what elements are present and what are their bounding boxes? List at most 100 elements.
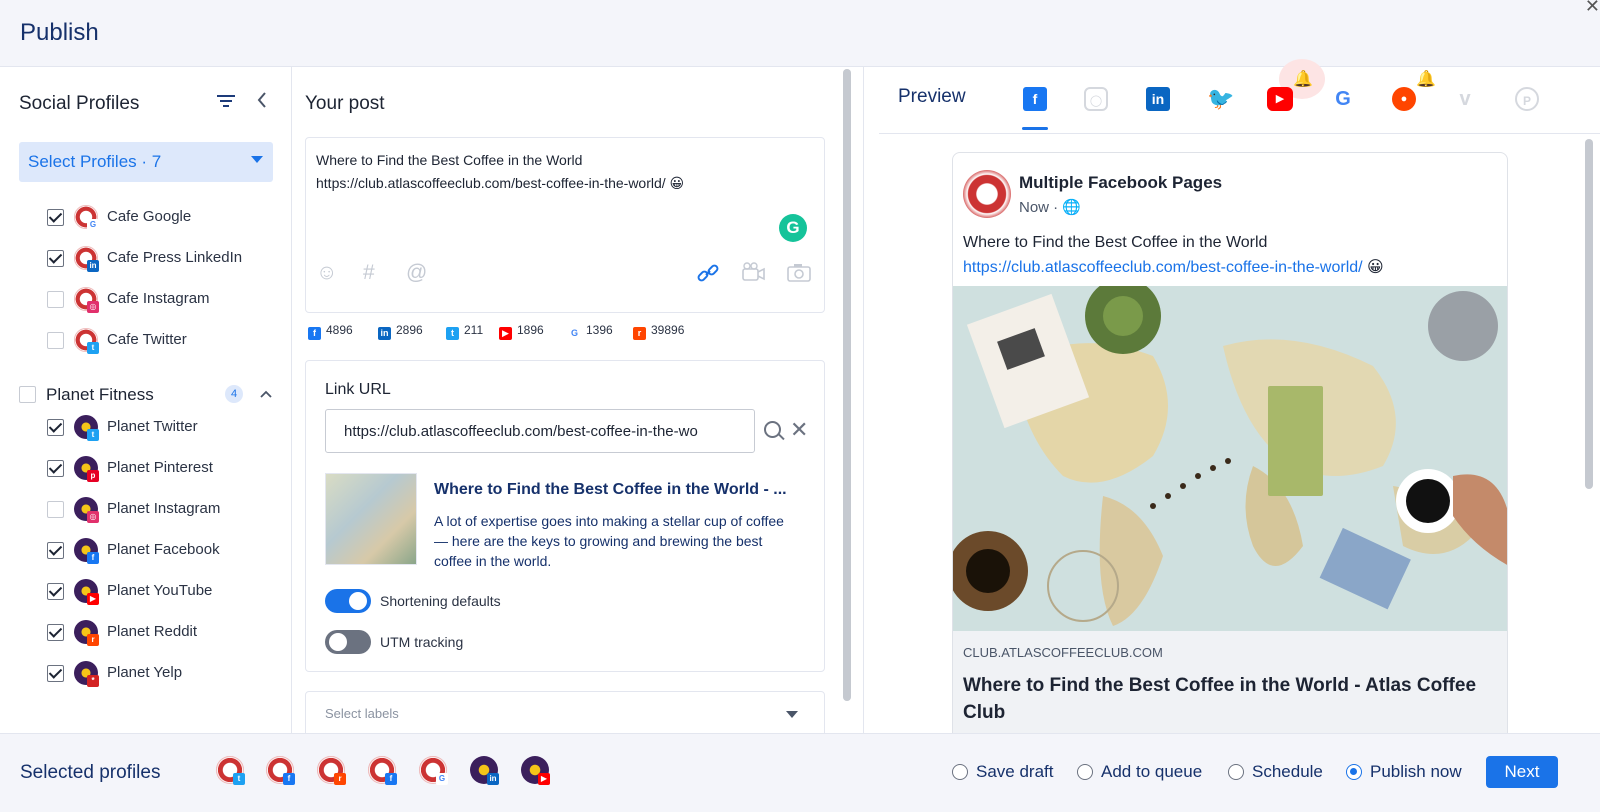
profile-row[interactable]: ▶ Planet YouTube [47,576,287,606]
publish-now-label: Publish now [1370,762,1462,781]
profile-checkbox[interactable] [47,624,64,641]
linkedin-tab-icon[interactable]: in [1146,87,1170,111]
link-preview-thumbnail [325,473,417,565]
modal-header: Publish ✕ [0,0,1600,67]
hashtag-icon[interactable]: # [363,261,375,285]
reddit-tab-icon[interactable]: ● [1392,87,1416,111]
select-labels-dropdown[interactable]: Select labels [305,691,825,737]
scrollbar[interactable] [843,69,851,701]
profile-row[interactable]: ◎ Cafe Instagram [47,284,287,314]
profile-row[interactable]: t Planet Twitter [47,412,287,442]
linkedin-icon: in [378,327,391,340]
shortening-label: Shortening defaults [380,593,501,609]
close-icon[interactable]: ✕ [1585,0,1600,17]
profile-row[interactable]: G Cafe Google [47,202,287,232]
link-icon[interactable] [696,261,720,291]
facebook-tab-icon[interactable]: f [1023,87,1047,111]
page-name: Multiple Facebook Pages [1019,173,1223,192]
collapse-chevron-left-icon[interactable] [256,91,268,114]
profile-checkbox[interactable] [47,665,64,682]
chevron-up-icon[interactable] [259,386,273,402]
selected-avatar[interactable]: G [419,756,448,785]
chevron-down-icon [251,156,263,163]
radio-schedule[interactable] [1228,764,1244,780]
video-icon[interactable] [741,261,767,289]
profile-checkbox[interactable] [47,542,64,559]
mention-icon[interactable]: @ [406,261,427,285]
utm-toggle[interactable] [325,630,371,654]
post-text-line: https://club.atlascoffeeclub.com/best-co… [316,175,685,191]
profile-row[interactable]: r Planet Reddit [47,617,287,647]
google-tab-icon[interactable]: G [1331,87,1355,111]
grammarly-icon[interactable]: G [779,214,807,242]
schedule-label: Schedule [1252,762,1323,781]
profile-checkbox[interactable] [47,501,64,518]
post-editor[interactable]: Where to Find the Best Coffee in the Wor… [305,137,825,313]
twitter-tab-icon[interactable]: 🐦 [1207,87,1234,111]
profile-checkbox[interactable] [47,583,64,600]
facebook-icon: f [308,327,321,340]
profile-checkbox[interactable] [47,291,64,308]
next-button[interactable]: Next [1486,756,1558,788]
radio-add-to-queue[interactable] [1077,764,1093,780]
profile-row[interactable]: * Planet Yelp [47,658,287,688]
save-draft-label: Save draft [976,762,1054,781]
filter-icon[interactable] [217,93,235,114]
profile-row[interactable]: p Planet Pinterest [47,453,287,483]
profile-checkbox[interactable] [47,332,64,349]
radio-save-draft[interactable] [952,764,968,780]
count-value: 2896 [396,323,423,337]
profile-row[interactable]: t Cafe Twitter [47,325,287,355]
profile-row[interactable]: ◎ Planet Instagram [47,494,287,524]
instagram-icon: ◎ [87,301,99,313]
clear-icon[interactable]: ✕ [790,417,808,443]
post-text[interactable]: Where to Find the Best Coffee in the Wor… [316,149,684,195]
select-profiles-dropdown[interactable]: Select Profiles · 7 [19,142,273,182]
instagram-tab-icon[interactable]: ◯ [1084,87,1108,111]
shortening-toggle[interactable] [325,589,371,613]
bell-icon[interactable]: 🔔 [1416,69,1436,89]
radio-publish-now[interactable] [1346,764,1362,780]
profile-row[interactable]: in Cafe Press LinkedIn [47,243,287,273]
google-icon: G [568,327,581,340]
bell-icon[interactable]: 🔔 [1293,69,1313,89]
profile-checkbox[interactable] [47,250,64,267]
yelp-icon: * [87,675,99,687]
profile-checkbox[interactable] [47,460,64,477]
reddit-icon: r [87,634,99,646]
count-value: 39896 [651,323,685,337]
post-link[interactable]: https://club.atlascoffeeclub.com/best-co… [963,259,1363,276]
selected-avatar[interactable]: f [368,756,397,785]
profile-label: Cafe Google [107,208,192,225]
profile-label: Planet Reddit [107,623,198,640]
link-url-label: Link URL [325,381,391,398]
selected-avatar[interactable]: ▶ [521,756,550,785]
emoji-icon[interactable]: ☺ [316,261,337,285]
profile-checkbox[interactable] [47,209,64,226]
select-profiles-label: Select Profiles · 7 [28,152,162,171]
link-domain: CLUB.ATLASCOFFEECLUB.COM [963,645,1163,660]
selected-avatar[interactable]: f [266,756,295,785]
group-planet-fitness[interactable]: Planet Fitness 4 [19,382,279,408]
search-icon[interactable] [764,421,781,438]
profile-label: Cafe Press LinkedIn [107,249,243,266]
select-labels-placeholder: Select labels [325,706,399,721]
count-value: 4896 [326,323,353,337]
link-preview-title[interactable]: Where to Find the Best Coffee in the Wor… [434,481,787,499]
camera-icon[interactable] [786,261,812,289]
selected-avatar[interactable]: in [470,756,499,785]
profile-checkbox[interactable] [47,419,64,436]
pinterest-tab-icon[interactable]: P [1515,87,1539,111]
facebook-count: f 4896 [308,323,353,340]
footer-bar: Selected profiles t f r f G in ▶ Save dr… [0,733,1600,812]
selected-avatar[interactable]: r [317,756,346,785]
profile-label: Planet YouTube [107,582,213,599]
link-url-input[interactable] [325,409,755,453]
profile-row[interactable]: f Planet Facebook [47,535,287,565]
scrollbar[interactable] [1585,139,1593,489]
vimeo-tab-icon[interactable]: v [1453,87,1477,111]
selected-avatar[interactable]: t [216,756,245,785]
character-counts: f 4896 in 2896 t 211 ▶ 1896 G 1396 r 39896 [308,323,828,341]
group-checkbox[interactable] [19,386,36,403]
youtube-tab-icon[interactable]: ▶ [1267,87,1293,111]
